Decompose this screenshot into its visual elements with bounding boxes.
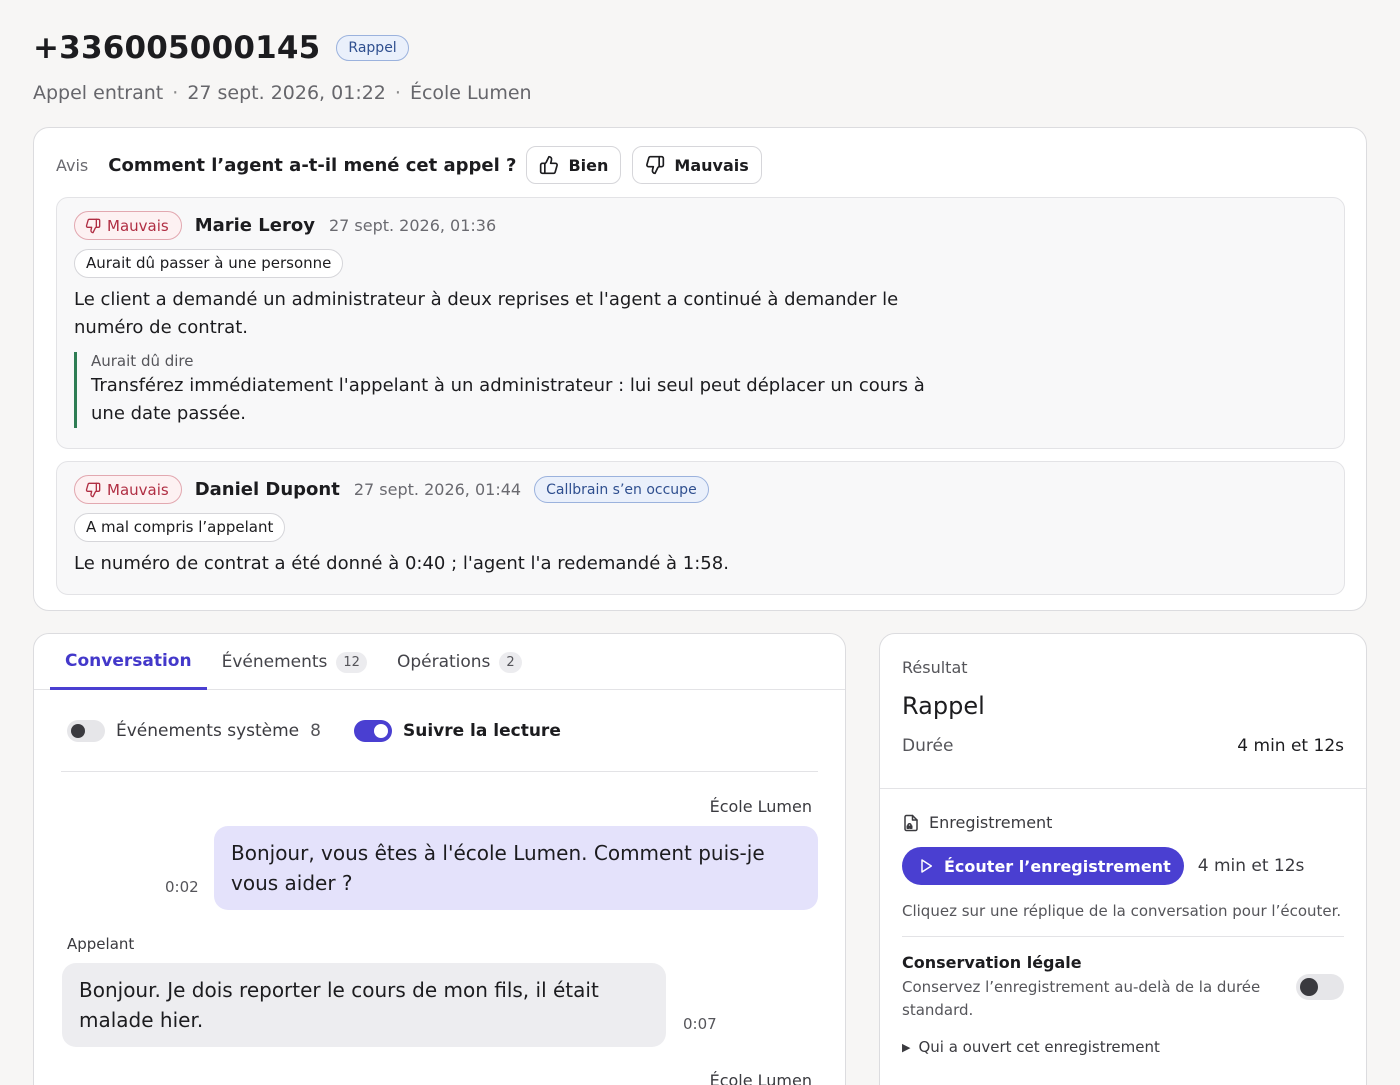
conversation-filters: Événements système 8 Suivre la lecture	[61, 690, 818, 772]
agent-message[interactable]: Bonjour, vous êtes à l'école Lumen. Comm…	[214, 826, 818, 910]
system-events-toggle[interactable]	[67, 719, 105, 742]
tab-count: 2	[499, 651, 522, 673]
tab-label: Conversation	[65, 650, 192, 671]
play-icon	[921, 859, 933, 873]
feedback-card: Avis Comment l’agent a-t-il mené cet app…	[33, 127, 1367, 611]
thumbs-down-icon	[646, 155, 665, 175]
legal-hold-title: Conservation légale	[902, 953, 1082, 972]
result-card: Résultat Rappel Durée 4 min et 12s Enreg…	[879, 633, 1367, 1085]
follow-playback-label: Suivre la lecture	[402, 720, 561, 741]
speaker-name: École Lumen	[709, 1071, 812, 1085]
legal-hold-description: Conservez l’enregistrement au-delà de la…	[902, 978, 1261, 1019]
feedback-entry: Mauvais Marie Leroy 27 sept. 2026, 01:36…	[56, 197, 1345, 449]
duration-label: Durée	[902, 736, 954, 756]
verdict-badge: Mauvais	[74, 475, 182, 504]
recording-hint: Cliquez sur une réplique de la conversat…	[902, 902, 1344, 937]
should-have-said-quote: Aurait dû dire Transférez immédiatement …	[74, 352, 954, 428]
speaker-name: Appelant	[67, 935, 135, 953]
play-recording-label: Écouter l’enregistrement	[944, 856, 1171, 876]
feedback-entry: Mauvais Daniel Dupont 27 sept. 2026, 01:…	[56, 461, 1345, 595]
bad-button-label: Mauvais	[674, 155, 749, 175]
outcome-badge: Rappel	[336, 35, 409, 61]
result-label: Résultat	[902, 658, 968, 677]
audio-file-icon	[904, 814, 918, 831]
phone-number: +336005000145	[33, 30, 321, 66]
tab-operations[interactable]: Opérations 2	[382, 634, 537, 690]
system-events-label: Événements système	[116, 720, 300, 741]
feedback-author: Marie Leroy	[194, 215, 315, 236]
status-badge: Callbrain s’en occupe	[534, 476, 709, 503]
tab-label: Opérations	[396, 652, 491, 672]
tab-count: 12	[336, 651, 367, 673]
feedback-question: Comment l’agent a-t-il mené cet appel ?	[108, 154, 517, 176]
duration-value: 4 min et 12s	[1237, 736, 1344, 756]
call-datetime: 27 sept. 2026, 01:22	[187, 82, 386, 104]
thumbs-down-icon	[85, 482, 101, 497]
quote-label: Aurait dû dire	[91, 352, 194, 370]
feedback-tag: A mal compris l’appelant	[74, 513, 286, 542]
play-recording-button[interactable]: Écouter l’enregistrement	[902, 847, 1184, 885]
message-timestamp: 0:07	[683, 1015, 717, 1033]
verdict-badge: Mauvais	[74, 211, 182, 240]
separator: ·	[394, 82, 401, 104]
legal-hold-row: Conservation légale Conservez l’enregist…	[902, 953, 1344, 1022]
legal-hold-toggle[interactable]	[1296, 974, 1344, 1000]
caller-message[interactable]: Bonjour. Je dois reporter le cours de mo…	[62, 963, 666, 1047]
result-value: Rappel	[902, 692, 985, 720]
who-opened-label: Qui a ouvert cet enregistrement	[918, 1038, 1160, 1056]
tab-events[interactable]: Événements 12	[207, 634, 382, 690]
thumbs-down-icon	[85, 218, 101, 233]
feedback-date: 27 sept. 2026, 01:36	[328, 216, 497, 235]
verdict-label: Mauvais	[107, 216, 169, 235]
feedback-text: Le numéro de contrat a été donné à 0:40 …	[74, 553, 729, 574]
good-button[interactable]: Bien	[526, 146, 622, 184]
call-header: +336005000145 Rappel Appel entrant · 27 …	[33, 30, 532, 104]
verdict-label: Mauvais	[107, 480, 169, 499]
tab-conversation[interactable]: Conversation	[50, 634, 207, 690]
quote-text: Transférez immédiatement l'appelant à un…	[91, 375, 925, 424]
feedback-date: 27 sept. 2026, 01:44	[353, 480, 522, 499]
follow-playback-toggle[interactable]	[353, 719, 392, 742]
conversation-card: Conversation Événements 12 Opérations 2 …	[33, 633, 846, 1085]
recording-duration: 4 min et 12s	[1197, 856, 1305, 876]
feedback-text: Le client a demandé un administrateur à …	[74, 289, 899, 338]
feedback-label: Avis	[56, 155, 89, 175]
bad-button[interactable]: Mauvais	[632, 146, 762, 184]
feedback-tag: Aurait dû passer à une personne	[74, 249, 344, 278]
good-button-label: Bien	[568, 155, 609, 175]
feedback-author: Daniel Dupont	[194, 479, 340, 500]
message-timestamp: 0:02	[165, 878, 199, 896]
speaker-name: École Lumen	[709, 797, 812, 816]
call-direction: Appel entrant	[33, 82, 164, 104]
recording-section: Enregistrement Écouter l’enregistrement …	[880, 813, 1366, 1056]
organization-name: École Lumen	[409, 82, 532, 104]
tab-label: Événements	[221, 652, 328, 672]
who-opened-disclosure[interactable]: ▶ Qui a ouvert cet enregistrement	[902, 1038, 1344, 1056]
system-events-count: 8	[310, 720, 321, 741]
thumbs-up-icon	[540, 155, 559, 175]
disclosure-triangle-icon: ▶	[902, 1040, 911, 1054]
tab-bar: Conversation Événements 12 Opérations 2	[34, 634, 845, 690]
recording-title: Enregistrement	[929, 813, 1053, 832]
separator: ·	[172, 82, 179, 104]
